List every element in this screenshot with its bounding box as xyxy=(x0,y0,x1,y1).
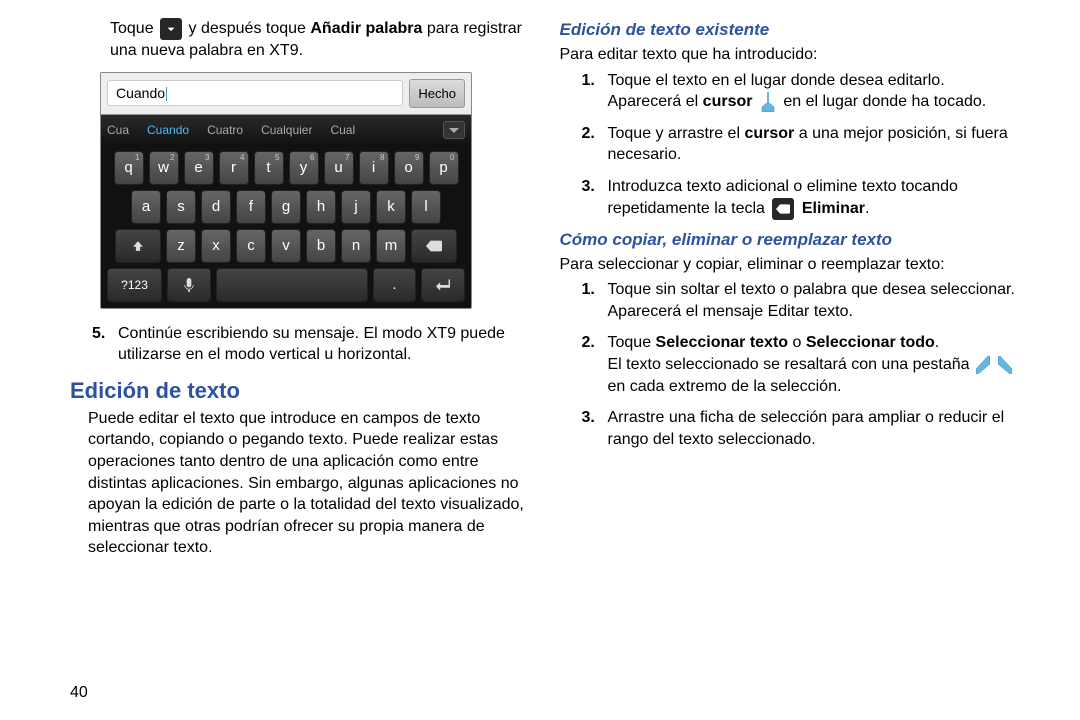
key: p0 xyxy=(429,151,459,185)
keyboard-screenshot: Cuando Hecho Cua Cuando Cuatro Cualquier… xyxy=(100,72,472,309)
list-text: . xyxy=(865,200,869,217)
list-text: Arrastre una ficha de selección para amp… xyxy=(608,409,1005,448)
intro-line: Toque y después toque Añadir palabra par… xyxy=(110,18,536,62)
heading-edicion-texto: Edición de texto xyxy=(70,378,536,404)
delete-key-icon xyxy=(772,198,794,220)
list-number: 1. xyxy=(582,279,595,301)
key: u7 xyxy=(324,151,354,185)
key: y6 xyxy=(289,151,319,185)
keyboard-text-input: Cuando xyxy=(107,80,403,106)
key: h xyxy=(306,190,336,224)
cursor-handle-icon xyxy=(760,92,776,112)
shift-key xyxy=(115,229,161,263)
suggestion-item: Cuatro xyxy=(207,123,243,137)
key: s xyxy=(166,190,196,224)
suggestion-item: Cual xyxy=(330,123,355,137)
key: d xyxy=(201,190,231,224)
heading-edicion-existente: Edición de texto existente xyxy=(560,20,1026,40)
mic-key xyxy=(167,268,211,302)
heading-copiar-eliminar: Cómo copiar, eliminar o reemplazar texto xyxy=(560,230,1026,250)
list-text: Aparecerá el xyxy=(608,93,699,110)
key: e3 xyxy=(184,151,214,185)
enter-key xyxy=(421,268,465,302)
key: r4 xyxy=(219,151,249,185)
list-number: 5. xyxy=(92,323,105,345)
keyboard-suggestion-bar: Cua Cuando Cuatro Cualquier Cual xyxy=(101,115,471,145)
list-text: Aparecerá el mensaje Editar texto. xyxy=(608,303,853,320)
suggestion-item-selected: Cuando xyxy=(147,123,189,137)
space-key xyxy=(216,268,368,302)
backspace-key xyxy=(411,229,457,263)
key: l xyxy=(411,190,441,224)
list-number: 3. xyxy=(582,407,595,429)
list-item: 1. Toque el texto en el lugar donde dese… xyxy=(582,70,1026,113)
list-text: Toque el texto en el lugar donde desea e… xyxy=(608,72,945,89)
list-item: 2. Toque y arrastre el cursor a una mejo… xyxy=(582,123,1026,166)
key: t5 xyxy=(254,151,284,185)
list-text: . xyxy=(935,334,939,351)
list-bold: Eliminar xyxy=(802,200,865,217)
list-number: 3. xyxy=(582,176,595,198)
symbols-key: ?123 xyxy=(107,268,162,302)
keyboard-top-bar: Cuando Hecho xyxy=(101,73,471,115)
list-item-5: 5. Continúe escribiendo su mensaje. El m… xyxy=(92,323,536,366)
list-bold: cursor xyxy=(703,93,753,110)
key: v xyxy=(271,229,301,263)
more-dropdown-icon xyxy=(160,18,182,40)
key: q1 xyxy=(114,151,144,185)
key: f xyxy=(236,190,266,224)
intro-bold: Añadir palabra xyxy=(310,20,422,37)
list-number: 1. xyxy=(582,70,595,92)
key: m xyxy=(376,229,406,263)
list-text: en el lugar donde ha tocado. xyxy=(783,93,986,110)
list-bold: Seleccionar texto xyxy=(656,334,789,351)
selection-handle-right-icon xyxy=(998,356,1012,374)
key: c xyxy=(236,229,266,263)
intro-pre: Toque xyxy=(110,20,154,37)
page-number: 40 xyxy=(70,684,88,702)
body-edicion-texto: Puede editar el texto que introduce en c… xyxy=(88,408,536,559)
keyboard-keys: q1 w2 e3 r4 t5 y6 u7 i8 o9 p0 a s d f g xyxy=(101,145,471,308)
key: j xyxy=(341,190,371,224)
key: n xyxy=(341,229,371,263)
key: w2 xyxy=(149,151,179,185)
suggestion-expand-icon xyxy=(443,121,465,139)
suggestion-item: Cua xyxy=(107,123,129,137)
suggestion-item: Cualquier xyxy=(261,123,312,137)
list-text: o xyxy=(793,334,802,351)
intro-mid: y después toque xyxy=(189,20,306,37)
list-bold: cursor xyxy=(744,125,794,142)
key: i8 xyxy=(359,151,389,185)
selection-handle-left-icon xyxy=(976,356,990,374)
list-bold: Seleccionar todo xyxy=(806,334,935,351)
list-number: 2. xyxy=(582,332,595,354)
intro-copiar: Para seleccionar y copiar, eliminar o re… xyxy=(560,254,1026,276)
list-text: Toque y arrastre el xyxy=(608,125,741,142)
intro-existente: Para editar texto que ha introducido: xyxy=(560,44,1026,66)
list-item: 2. Toque Seleccionar texto o Seleccionar… xyxy=(582,332,1026,397)
list-item: 3. Introduzca texto adicional o elimine … xyxy=(582,176,1026,220)
list-text: El texto seleccionado se resaltará con u… xyxy=(608,356,970,373)
key: b xyxy=(306,229,336,263)
list-text: Toque sin soltar el texto o palabra que … xyxy=(608,281,1015,298)
list-item: 1. Toque sin soltar el texto o palabra q… xyxy=(582,279,1026,322)
list-text: en cada extremo de la selección. xyxy=(608,378,842,395)
period-key: . xyxy=(373,268,417,302)
key: g xyxy=(271,190,301,224)
key: a xyxy=(131,190,161,224)
list-text: Toque xyxy=(608,334,652,351)
keyboard-done-button: Hecho xyxy=(409,79,465,108)
key: k xyxy=(376,190,406,224)
list-number: 2. xyxy=(582,123,595,145)
key: x xyxy=(201,229,231,263)
list-item-text: Continúe escribiendo su mensaje. El modo… xyxy=(118,325,505,364)
key: z xyxy=(166,229,196,263)
list-item: 3. Arrastre una ficha de selección para … xyxy=(582,407,1026,450)
key: o9 xyxy=(394,151,424,185)
